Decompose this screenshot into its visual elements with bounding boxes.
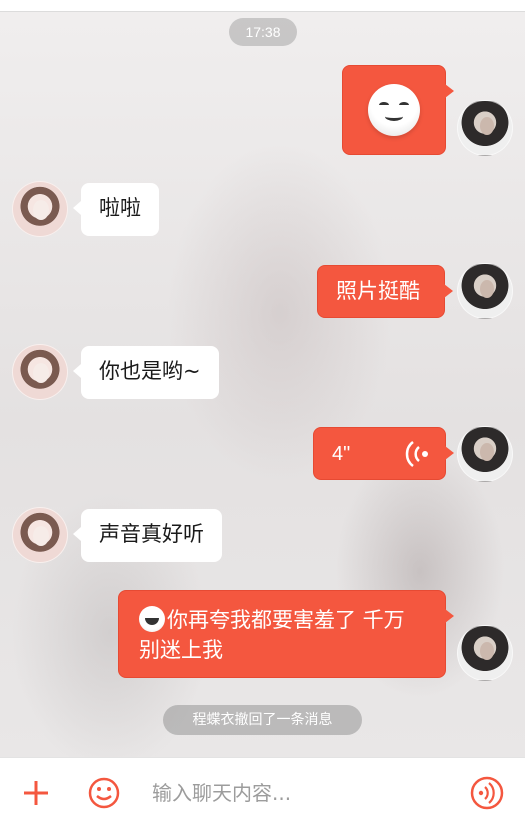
voice-duration: 4" (332, 443, 351, 465)
message-text: 你也是哟~ (99, 359, 201, 383)
avatar-contact[interactable] (12, 181, 68, 237)
message-bubble-outgoing[interactable]: 照片挺酷 (317, 265, 453, 318)
avatar-self[interactable] (457, 100, 513, 156)
recall-notice: 程蝶衣撤回了一条消息 (163, 705, 362, 735)
voice-wave-icon (405, 441, 428, 467)
avatar-self[interactable] (457, 426, 513, 482)
voice-message-bubble[interactable]: 4" (313, 427, 454, 480)
emoji-icon[interactable] (86, 775, 122, 811)
message-text: 声音真好听 (99, 522, 204, 546)
message-bubble-incoming[interactable]: 啦啦 (73, 183, 159, 236)
timestamp-pill: 17:38 (229, 18, 297, 46)
message-bubble-incoming[interactable]: 声音真好听 (73, 509, 222, 562)
avatar-contact[interactable] (12, 507, 68, 563)
avatar-contact[interactable] (12, 344, 68, 400)
message-input[interactable]: 输入聊天内容... (152, 778, 291, 808)
smile-emoji-icon (368, 84, 420, 136)
message-text-line-1: 你再夸我都要害羞了 千万 (167, 608, 405, 632)
message-text: 啦啦 (99, 196, 141, 220)
grin-emoji-icon (139, 606, 165, 632)
message-text-line-2: 别迷上我 (139, 638, 223, 662)
chat-input-bar: 输入聊天内容... (0, 757, 525, 827)
message-text: 照片挺酷 (336, 279, 420, 303)
plus-icon[interactable] (18, 775, 54, 811)
avatar-self[interactable] (457, 263, 513, 319)
message-bubble-outgoing-emoji[interactable] (342, 65, 454, 155)
message-bubble-outgoing[interactable]: 你再夸我都要害羞了 千万 别迷上我 (118, 590, 454, 678)
voice-icon[interactable] (469, 775, 505, 811)
message-bubble-incoming[interactable]: 你也是哟~ (73, 346, 219, 399)
avatar-self[interactable] (457, 625, 513, 681)
status-bar-strip (0, 0, 525, 12)
